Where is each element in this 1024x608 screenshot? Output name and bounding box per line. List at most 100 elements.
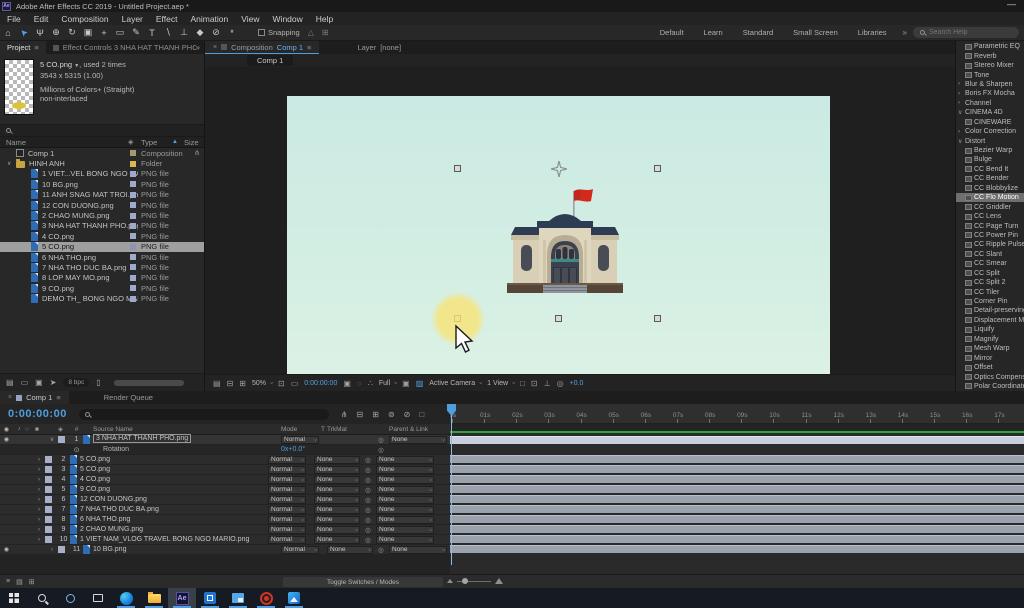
layer-expand-arrow[interactable]: › xyxy=(33,507,45,513)
zoom-out-icon[interactable] xyxy=(447,579,453,583)
layer-name[interactable]: 7 NHA THO DUC BA.png xyxy=(80,506,268,513)
layer-duration-bar[interactable] xyxy=(450,505,1024,513)
selection-tool-icon[interactable]: ➤ xyxy=(14,23,33,42)
label-color-chip[interactable] xyxy=(130,202,136,208)
snapping-control[interactable]: Snapping xyxy=(258,28,300,37)
effect-item[interactable]: CC Split xyxy=(956,269,1024,278)
zoom-thumb[interactable] xyxy=(462,578,468,584)
layer-duration-bar[interactable] xyxy=(450,465,1024,473)
blend-mode-select[interactable]: Normal xyxy=(268,486,306,494)
current-time-display[interactable]: 0:00:00:00 xyxy=(304,380,337,387)
clone-stamp-tool-icon[interactable]: ⊥ xyxy=(176,27,192,38)
layer-duration-bar[interactable] xyxy=(450,485,1024,493)
new-composition-icon[interactable]: ▣ xyxy=(35,378,43,387)
label-color-chip[interactable] xyxy=(130,213,136,219)
menu-item[interactable]: Window xyxy=(273,14,303,24)
zoom-tool-icon[interactable]: ⊕ xyxy=(48,27,64,38)
parent-select[interactable]: None xyxy=(376,476,434,484)
sort-arrow-icon[interactable]: ▲ xyxy=(172,139,178,145)
project-search-row[interactable] xyxy=(0,124,204,137)
parent-pickwhip-icon[interactable]: ◎ xyxy=(360,516,376,524)
effect-item[interactable]: CC Lens xyxy=(956,212,1024,221)
layer-visibility-toggle[interactable]: ◉ xyxy=(0,546,13,553)
lock-column-icon[interactable]: ■ xyxy=(35,426,46,433)
layer-row-selected[interactable]: ◉ ∨ 1 3 NHA HAT THANH PHO.png Normal ◎ N… xyxy=(0,435,450,445)
group-expand-arrow[interactable]: ∨ xyxy=(958,138,965,145)
delete-icon[interactable]: ▯ xyxy=(96,378,100,387)
new-folder-icon[interactable]: ▭ xyxy=(21,378,29,387)
effect-item[interactable]: Bezier Warp xyxy=(956,146,1024,155)
layer-name[interactable]: 3 NHA HAT THANH PHO.png xyxy=(93,434,191,443)
tab-layer[interactable]: Layer [none] xyxy=(349,41,409,54)
project-item-row[interactable]: 2 CHAO MUNG.png PNG file xyxy=(0,210,204,220)
column-label-icon[interactable]: ◈ xyxy=(128,138,133,146)
trkmat-select[interactable]: None xyxy=(314,526,360,534)
layer-expand-arrow[interactable]: ∨ xyxy=(46,436,58,443)
workspace-button[interactable]: Standard xyxy=(743,28,773,37)
effect-item[interactable]: CC Split 2 xyxy=(956,278,1024,287)
layer-row[interactable]: › 10 1 VIET NAM_VLOG TRAVEL BONG NGO MAR… xyxy=(0,535,450,545)
transform-handle[interactable] xyxy=(654,315,661,322)
layer-expand-arrow[interactable]: › xyxy=(33,537,45,543)
label-column-icon[interactable]: ◈ xyxy=(58,425,70,433)
item-name[interactable]: Comp 1 xyxy=(28,149,124,158)
minimize-button[interactable]: — xyxy=(1007,0,1016,9)
pixel-aspect-icon[interactable]: ⊡ xyxy=(531,379,538,388)
effect-item[interactable]: › Channel xyxy=(956,99,1024,108)
stopwatch-icon[interactable]: ⊙ xyxy=(70,446,83,454)
help-search-input[interactable] xyxy=(929,29,1009,36)
column-size[interactable]: Size xyxy=(184,138,199,147)
effect-item[interactable]: ∨ CINEMA 4D xyxy=(956,108,1024,117)
parent-select[interactable]: None xyxy=(389,546,447,554)
layer-name[interactable]: 2 CHAO MUNG.png xyxy=(80,526,268,533)
zoom-in-icon[interactable] xyxy=(495,578,503,584)
effect-item[interactable]: Displacement Map xyxy=(956,316,1024,325)
layer-label-chip[interactable] xyxy=(45,456,57,463)
effect-item[interactable]: CINEWARE xyxy=(956,118,1024,127)
effect-item[interactable]: Offset xyxy=(956,363,1024,372)
item-name[interactable]: 4 CO.png xyxy=(42,232,138,241)
workspace-button[interactable]: Small Screen xyxy=(793,28,838,37)
show-snapshot-icon[interactable]: ○ xyxy=(357,379,362,388)
blend-mode-select[interactable]: Normal xyxy=(268,496,306,504)
trkmat-select[interactable]: None xyxy=(314,506,360,514)
trkmat-select[interactable]: None xyxy=(314,456,360,464)
layer-label-chip[interactable] xyxy=(45,486,57,493)
parent-select[interactable]: None xyxy=(376,466,434,474)
preview-quality-icon[interactable]: ▤ xyxy=(213,379,221,388)
tab-comp-timeline[interactable]: × Comp 1 ≡ xyxy=(0,391,69,404)
timeline-wheel-icon[interactable]: ◎ xyxy=(557,379,564,388)
effect-item[interactable]: CC Power Pin xyxy=(956,231,1024,240)
source-name-column[interactable]: Source Name xyxy=(93,426,281,433)
item-name[interactable]: 9 CO.png xyxy=(42,284,138,293)
trkmat-select[interactable]: None xyxy=(314,516,360,524)
item-name[interactable]: 10 BG.png xyxy=(42,180,138,189)
color-depth-button[interactable]: 8 bpc xyxy=(63,378,89,387)
effect-item[interactable]: Polar Coordinates xyxy=(956,382,1024,391)
tab-composition[interactable]: × Composition Comp 1 ≡ xyxy=(205,41,319,54)
after-effects-icon[interactable]: Ae xyxy=(168,588,196,608)
layer-duration-bar[interactable] xyxy=(450,515,1024,523)
project-item-row[interactable]: 1 VIET...VEL BONG NGO MARIO.png PNG file xyxy=(0,169,204,179)
layer-row[interactable]: › 6 12 CON DUONG.png Normal None ◎ None xyxy=(0,495,450,505)
project-item-row[interactable]: ∨ HINH ANH Folder xyxy=(0,158,204,168)
group-expand-arrow[interactable]: › xyxy=(958,81,965,87)
parent-pickwhip-icon[interactable]: ◎ xyxy=(373,436,389,444)
group-expand-arrow[interactable]: › xyxy=(958,129,965,135)
panel-menu-icon[interactable]: ≡ xyxy=(34,43,38,52)
playhead[interactable] xyxy=(447,404,456,565)
project-item-row[interactable]: DEMO TH_ BONG NGO MARIO.png PNG file xyxy=(0,293,204,303)
parent-pickwhip-icon[interactable]: ◎ xyxy=(360,506,376,514)
frame-blending-icon[interactable]: ⊚ xyxy=(388,410,395,419)
solo-column-icon[interactable]: ○ xyxy=(25,426,35,433)
project-item-row[interactable]: 7 NHA THO DUC BA.png PNG file xyxy=(0,262,204,272)
interpret-footage-icon[interactable]: ▤ xyxy=(6,378,14,387)
effect-item[interactable]: Bulge xyxy=(956,155,1024,164)
layer-row[interactable]: ◉ › 11 10 BG.png Normal None ◎ None xyxy=(0,545,450,555)
transform-handle[interactable] xyxy=(555,315,562,322)
item-name[interactable]: 6 NHA THO.png xyxy=(42,253,138,262)
search-button[interactable] xyxy=(28,588,56,608)
effect-item[interactable]: Tone xyxy=(956,70,1024,79)
layer-duration-bar[interactable] xyxy=(450,545,1024,553)
transparency-grid-icon[interactable]: ▨ xyxy=(416,379,424,388)
